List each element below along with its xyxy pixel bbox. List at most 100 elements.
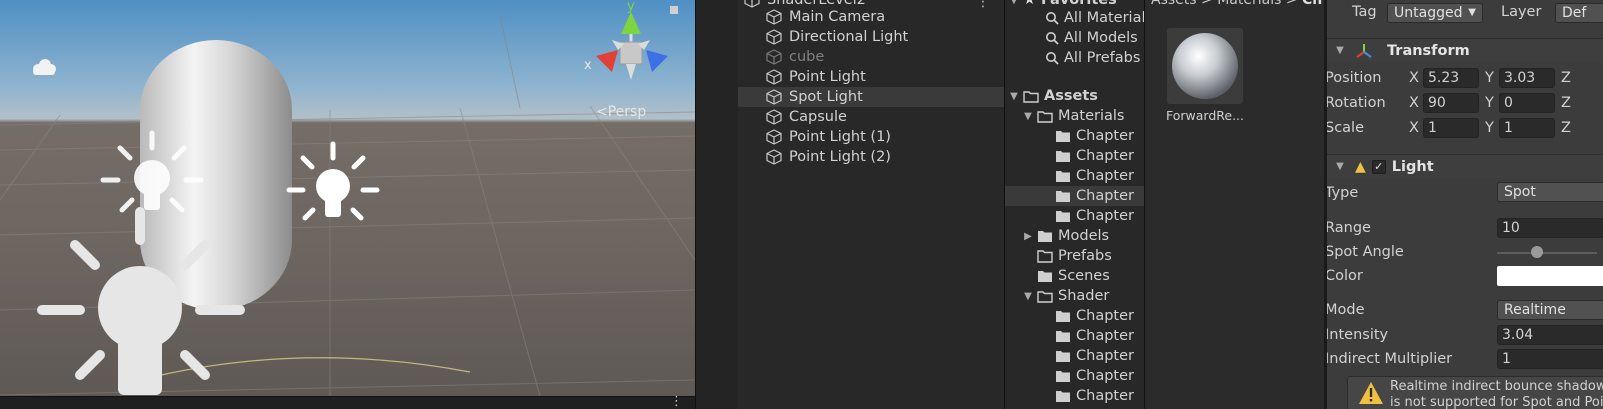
breadcrumb-item[interactable]: Materials [1217,0,1281,8]
folder-label: Chapter [1076,168,1134,184]
hierarchy-gutter [696,0,738,409]
lock-icon [670,6,678,14]
light-header[interactable]: ▼ ▲ ✓ Light [1327,154,1603,178]
hierarchy-item-point-light[interactable]: Point Light [738,67,1005,87]
inspector-panel: Tag Untagged ▼ Layer Def ▼ Transform Pos… [1324,0,1603,409]
folder-icon [1056,130,1070,142]
expand-icon[interactable]: ▼ [1335,45,1345,56]
position-x-field[interactable]: 5.23 [1423,68,1479,88]
scene-view[interactable]: y x <Persp [0,0,695,396]
search-icon [1046,52,1059,65]
rotation-x-field[interactable]: 90 [1423,93,1479,113]
scale-x-field[interactable]: 1 [1423,118,1479,138]
folder-item[interactable]: Chapter [1005,206,1144,226]
hierarchy-item-spot-light[interactable]: Spot Light [738,87,1005,107]
color-swatch[interactable] [1497,266,1603,286]
gizmo-y-label: y [627,0,635,14]
folder-open-icon [1037,110,1053,123]
spot-angle-slider-handle[interactable] [1531,246,1543,258]
shader-folder[interactable]: ▼ Shader [1005,286,1144,306]
light-bulb-icon: ▲ [1355,158,1366,175]
hierarchy-item-directional-light[interactable]: Directional Light [738,27,1005,47]
expand-icon[interactable]: ▼ [1009,91,1019,102]
hierarchy-item-point-light-1[interactable]: Point Light (1) [738,127,1005,147]
breadcrumb-current[interactable]: Ch [1302,0,1322,8]
z-axis-label: Z [1561,95,1571,111]
folder-item[interactable]: Chapter [1005,346,1144,366]
asset-label[interactable]: ForwardRe... [1145,108,1265,123]
gameobject-icon [766,129,782,145]
orientation-gizmo: y x [584,0,668,80]
spot-angle-slider-track[interactable] [1497,252,1597,254]
folder-icon [1056,330,1070,342]
cloud-icon [33,59,56,75]
expand-icon[interactable]: ▼ [1009,0,1019,6]
light-enabled-checkbox[interactable]: ✓ [1371,159,1386,174]
hierarchy-item-cube[interactable]: cube [738,47,1005,67]
expand-icon[interactable]: ▼ [1335,161,1345,172]
expand-icon[interactable]: ▼ [1023,291,1033,302]
scale-y-field[interactable]: 1 [1499,118,1555,138]
favorite-all-materials[interactable]: All Materials [1005,8,1144,28]
scene-canvas[interactable]: y x [0,0,695,396]
warning-helpbox: Realtime indirect bounce shadow is not s… [1347,376,1603,409]
tag-value: Untagged [1394,5,1463,21]
folder-empty-icon [1037,249,1053,263]
folder-item[interactable]: Chapter [1005,366,1144,386]
favorite-all-models[interactable]: All Models [1005,28,1144,48]
range-field[interactable]: 10 [1497,218,1603,238]
prefabs-folder[interactable]: Prefabs [1005,246,1144,266]
favorites-label: Favorites [1041,0,1117,8]
gizmo-x-label: x [584,58,592,73]
folder-item[interactable]: Chapter [1005,386,1144,406]
folder-label: Chapter [1076,148,1134,164]
folder-item[interactable]: Chapter [1005,166,1144,186]
assets-folder[interactable]: ▼ Assets [1005,86,1144,106]
folder-item-selected[interactable]: Chapter [1005,186,1144,206]
folder-icon [1056,150,1070,162]
x-axis-label: X [1409,95,1419,111]
hierarchy-item-point-light-2[interactable]: Point Light (2) [738,147,1005,167]
range-label: Range [1325,220,1371,236]
x-axis-label: X [1409,120,1419,136]
collapse-icon[interactable]: ▶ [1023,231,1033,242]
layer-label: Layer [1501,4,1542,20]
folder-item[interactable]: Chapter [1005,146,1144,166]
materials-folder[interactable]: ▼ Materials [1005,106,1144,126]
mode-dropdown[interactable]: Realtime [1497,300,1603,320]
folder-item[interactable]: Chapter [1005,306,1144,326]
component-title: Transform [1387,42,1470,59]
hierarchy-item-label: Main Camera [789,9,886,25]
project-asset-grid: Assets > Materials > Ch ForwardRe... [1144,0,1324,409]
folder-item[interactable]: Chapter [1005,326,1144,346]
folder-icon [1038,270,1052,282]
breadcrumb-item[interactable]: Assets [1151,0,1197,8]
material-asset-thumbnail[interactable] [1167,28,1243,104]
tag-dropdown[interactable]: Untagged ▼ [1387,3,1483,23]
folder-icon [1056,190,1070,202]
layer-dropdown[interactable]: Def [1555,3,1603,23]
intensity-field[interactable]: 3.04 [1497,325,1603,345]
hierarchy-item-label: cube [789,49,825,65]
indirect-multiplier-field[interactable]: 1 [1497,349,1603,369]
favorite-all-prefabs[interactable]: All Prefabs [1005,48,1144,68]
search-icon [1046,12,1059,25]
color-label: Color [1325,268,1363,284]
projection-toggle[interactable]: <Persp [596,104,646,120]
kebab-menu-icon[interactable]: ⋮ [670,394,683,409]
star-icon: ★ [1023,0,1036,8]
transform-header[interactable]: ▼ Transform [1327,38,1603,62]
type-dropdown[interactable]: Spot [1497,182,1603,202]
expand-icon[interactable]: ▼ [1023,111,1033,122]
hierarchy-item-main-camera[interactable]: Main Camera [738,7,1005,27]
models-folder[interactable]: ▶ Models [1005,226,1144,246]
folder-item[interactable]: Chapter [1005,126,1144,146]
position-y-field[interactable]: 3.03 [1499,68,1555,88]
y-axis-label: Y [1485,95,1494,111]
hierarchy-item-capsule[interactable]: Capsule [738,107,1005,127]
z-axis-label: Z [1561,120,1571,136]
scenes-folder[interactable]: Scenes [1005,266,1144,286]
folder-icon [1056,310,1070,322]
rotation-y-field[interactable]: 0 [1499,93,1555,113]
folder-label: Prefabs [1058,248,1112,264]
